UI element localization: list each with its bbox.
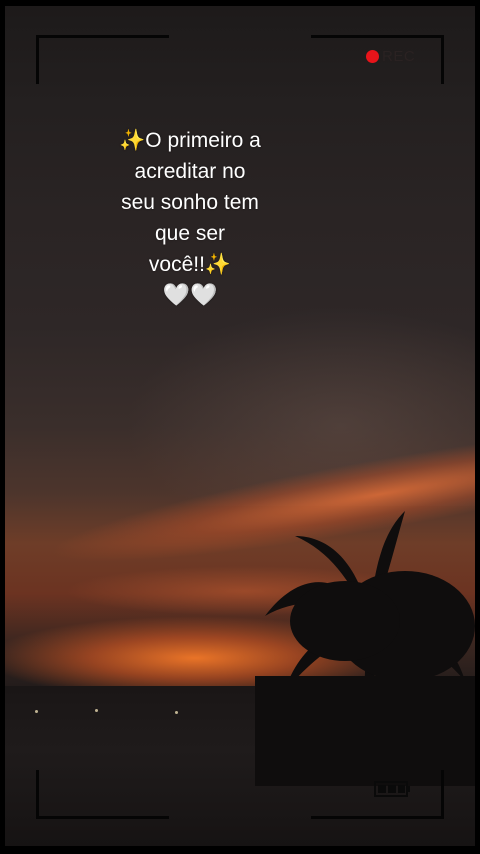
caption-line: ✨O primeiro a [119, 129, 261, 152]
screen: REC ✨O primeiro a acreditar no seu sonho… [0, 0, 480, 854]
quote-caption: ✨O primeiro a acreditar no seu sonho tem… [80, 125, 300, 310]
battery-icon [374, 781, 410, 797]
record-dot-icon [366, 50, 379, 63]
caption-line: que ser [154, 222, 226, 245]
rec-label: REC [382, 48, 416, 65]
caption-line: você!!✨ [148, 253, 232, 276]
caption-line: seu sonho tem [121, 191, 259, 214]
viewfinder-corner-bottom-left [36, 770, 169, 819]
viewfinder-corner-top-left [36, 35, 169, 84]
caption-line: acreditar no [134, 160, 246, 183]
rec-indicator: REC [366, 48, 415, 65]
white-hearts-emoji: 🤍🤍 [162, 282, 218, 307]
palm-tree-silhouette [255, 511, 475, 786]
